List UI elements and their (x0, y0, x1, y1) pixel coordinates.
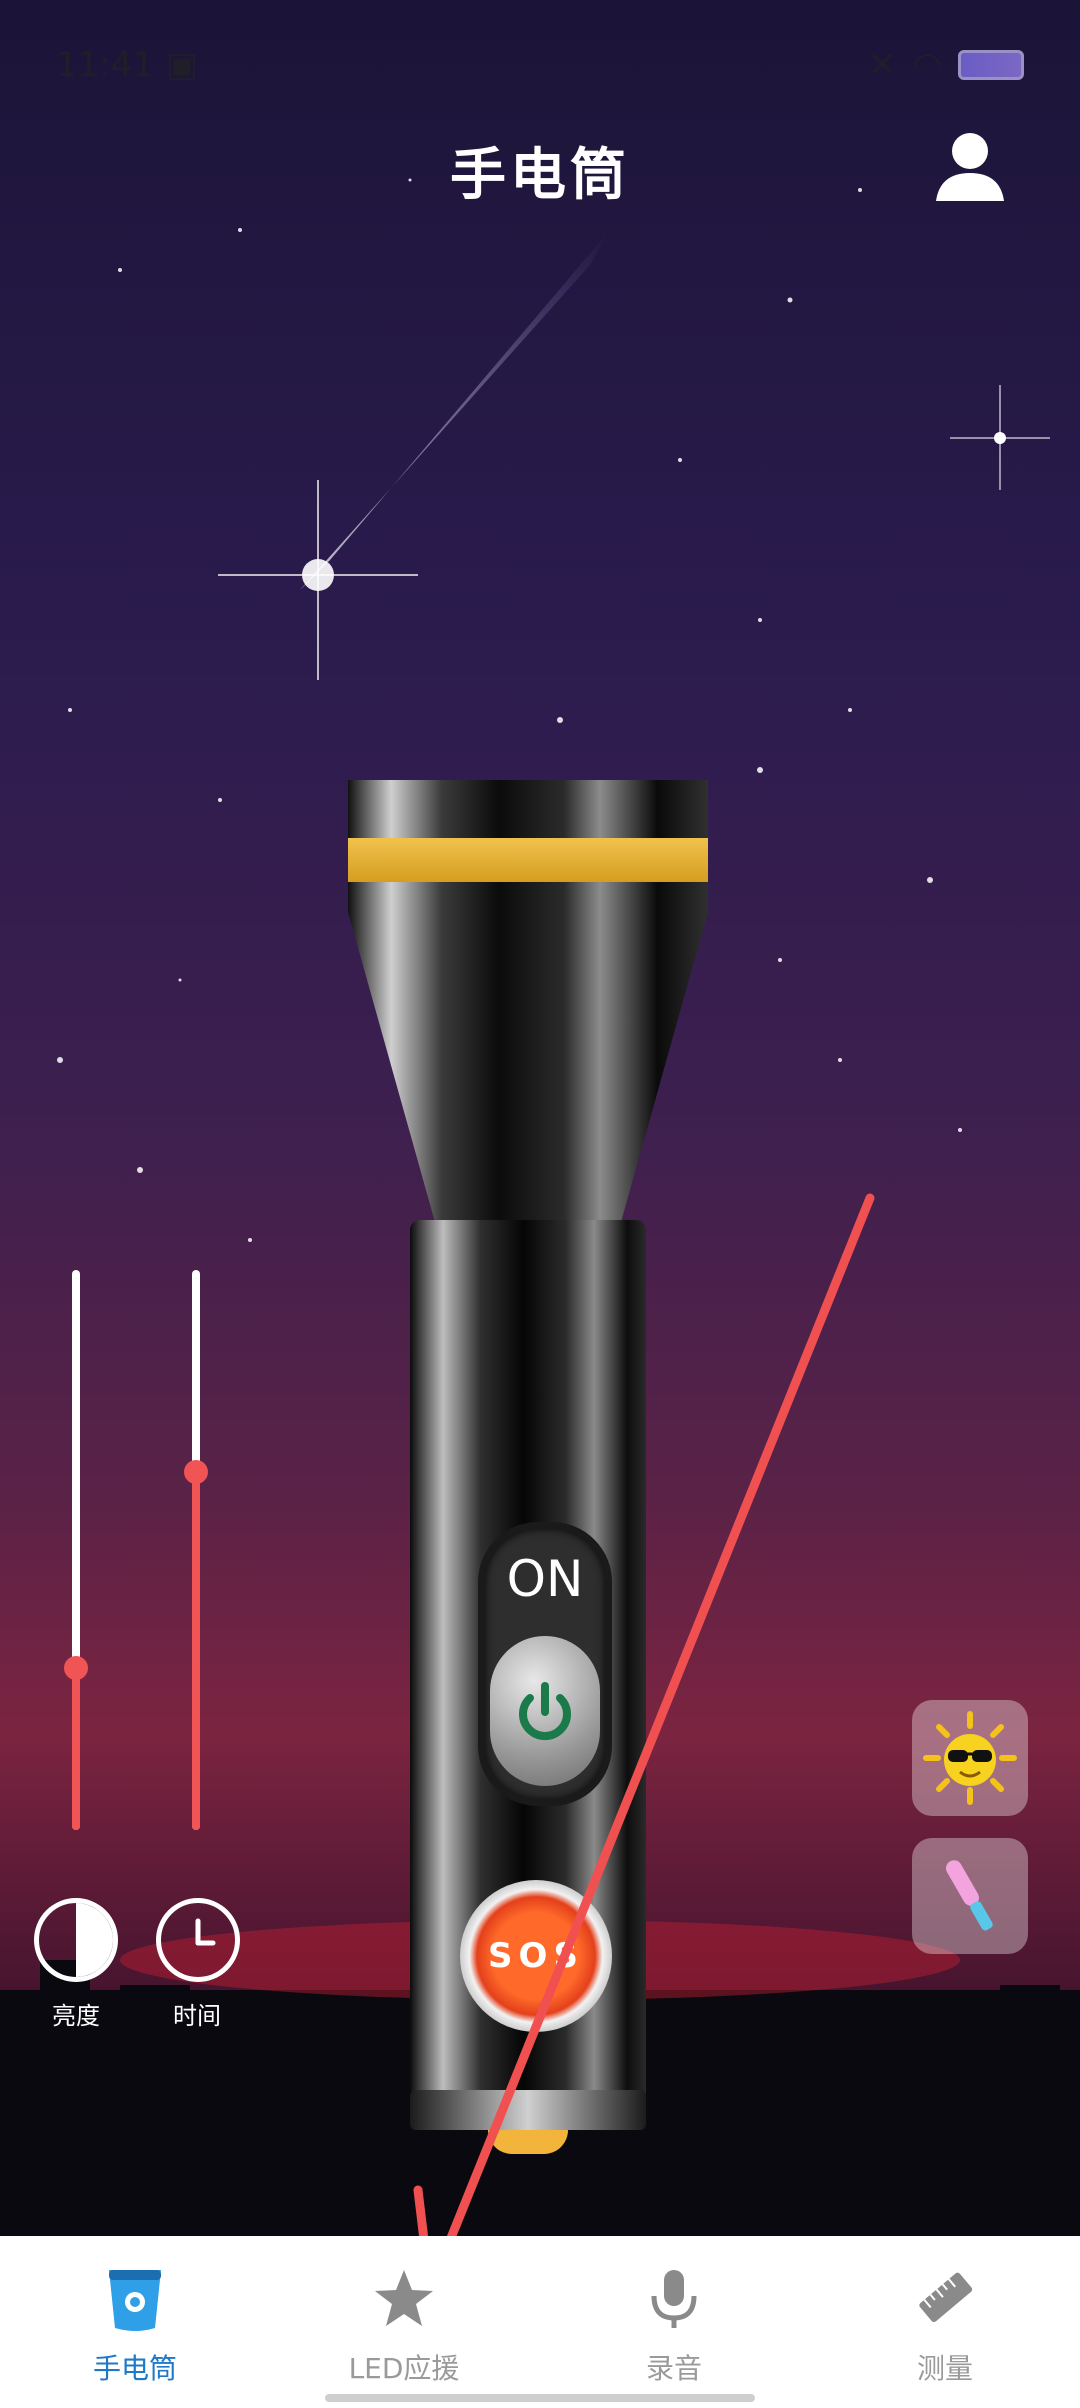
profile-icon[interactable] (930, 125, 1010, 205)
sun-mode-button[interactable] (912, 1700, 1028, 1816)
status-right: ✕ ◠ (868, 45, 1024, 85)
sos-label: SOS (488, 1936, 584, 1976)
glow-stick-icon (946, 1860, 993, 1931)
flashlight-tail-cap (488, 2130, 568, 2154)
time-slider-thumb[interactable] (184, 1459, 208, 1484)
nav-label-led: LED应援 (348, 2352, 460, 2385)
mute-icon: ✕ (867, 45, 897, 85)
nav-label-measure: 测量 (916, 2352, 973, 2385)
brightness-slider-fill (72, 1667, 80, 1830)
flashlight-screen: 11:41 ▣ ✕ ◠ 手电筒 ON SOS 亮度 时间 手电筒 LED应援 录… (0, 0, 1080, 2408)
contrast-icon (76, 1903, 113, 1977)
page-title: 手电筒 (450, 143, 630, 208)
status-bar: 11:41 ▣ ✕ ◠ (56, 40, 1024, 90)
bottom-navigation: 手电筒 LED应援 录音 测量 (0, 2236, 1080, 2408)
battery-icon (958, 50, 1024, 80)
nav-label-record: 录音 (645, 2352, 702, 2385)
star-icon (375, 2270, 433, 2326)
notification-icon: ▣ (165, 45, 199, 85)
time-slider[interactable] (184, 1270, 208, 1830)
nav-item-flashlight[interactable]: 手电筒 (35, 2266, 235, 2387)
brightness-slider[interactable] (64, 1270, 88, 1830)
nav-item-record[interactable]: 录音 (574, 2266, 774, 2387)
flashlight-bottom-ring (410, 2090, 646, 2130)
power-button[interactable] (490, 1636, 600, 1786)
status-time: 11:41 (56, 45, 154, 85)
timer-button[interactable] (156, 1898, 240, 1982)
sun-emoji-icon (923, 1711, 1017, 1805)
switch-label: ON (506, 1550, 584, 1608)
wifi-icon: ◠ (912, 45, 942, 85)
sos-button[interactable]: SOS (460, 1880, 612, 2032)
flashlight-icon (109, 2270, 161, 2331)
brightness-button[interactable] (34, 1898, 118, 1982)
ruler-icon (919, 2272, 973, 2323)
glow-stick-button[interactable] (912, 1838, 1028, 1954)
brightness-label: 亮度 (52, 2002, 100, 2030)
nav-label-flashlight: 手电筒 (92, 2352, 177, 2385)
power-icon (519, 1682, 571, 1741)
time-label: 时间 (173, 2002, 221, 2030)
nav-item-measure[interactable]: 测量 (845, 2266, 1045, 2387)
microphone-icon (651, 2270, 697, 2328)
status-left: 11:41 ▣ (56, 45, 198, 85)
power-switch[interactable]: ON (478, 1522, 612, 1806)
home-indicator[interactable] (325, 2394, 755, 2402)
time-slider-fill (192, 1471, 200, 1830)
flashlight-gold-band (348, 838, 708, 882)
brightness-slider-thumb[interactable] (64, 1655, 88, 1680)
nav-item-led[interactable]: LED应援 (304, 2266, 504, 2387)
clock-icon (195, 1918, 216, 1946)
